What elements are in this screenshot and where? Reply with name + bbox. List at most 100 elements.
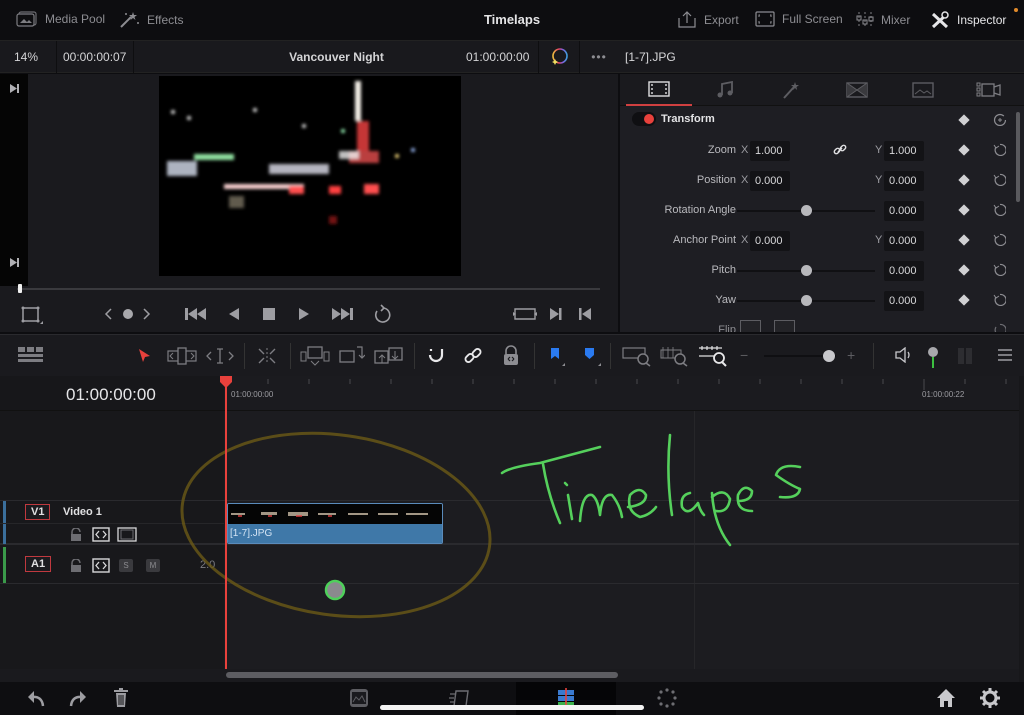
anchor-keyframe-icon[interactable] <box>958 234 970 246</box>
skip-to-start-icon[interactable] <box>183 306 209 322</box>
position-keyframe-icon[interactable] <box>958 174 970 186</box>
inspector-button[interactable]: Inspector <box>930 11 1006 29</box>
effects-button[interactable]: Effects <box>118 11 183 29</box>
mixer-button[interactable]: Mixer <box>856 11 910 29</box>
stop-icon[interactable] <box>261 306 277 322</box>
zoom-y-value: 1.000 <box>889 145 917 157</box>
rotation-reset-icon[interactable] <box>993 203 1006 216</box>
media-pool-button[interactable]: Media Pool <box>16 11 105 27</box>
replace-clip-icon[interactable] <box>374 345 404 367</box>
yaw-reset-icon[interactable] <box>993 293 1006 306</box>
timeline-view-options-icon[interactable] <box>18 347 44 363</box>
export-button[interactable]: Export <box>677 11 739 29</box>
tab-video[interactable] <box>626 74 692 106</box>
trim-edit-icon[interactable] <box>167 346 197 366</box>
pitch-reset-icon[interactable] <box>993 263 1006 276</box>
reset-all-icon[interactable] <box>993 113 1006 126</box>
anchor-reset-icon[interactable] <box>993 233 1006 246</box>
timeline-playhead[interactable] <box>225 382 227 669</box>
play-reverse-icon[interactable] <box>226 306 242 322</box>
full-screen-button[interactable]: Full Screen <box>755 11 843 27</box>
yaw-slider-knob[interactable] <box>800 295 812 306</box>
more-options-button[interactable]: ••• <box>580 41 618 73</box>
zoom-y-field[interactable]: 1.000 <box>884 141 924 161</box>
position-lock-icon[interactable] <box>502 345 520 367</box>
rotation-keyframe-icon[interactable] <box>958 204 970 216</box>
fusion-color-page-icon[interactable] <box>656 687 678 709</box>
play-icon[interactable] <box>296 306 312 322</box>
inspector-scrollbar[interactable] <box>1016 112 1020 202</box>
transform-enable-toggle[interactable] <box>632 112 656 126</box>
previous-edit-icon[interactable] <box>577 306 593 322</box>
full-screen-icon <box>755 11 775 27</box>
zoom-in-icon[interactable]: + <box>847 347 855 363</box>
rotation-field[interactable]: 0.000 <box>884 201 924 221</box>
overwrite-clip-icon[interactable] <box>339 345 365 367</box>
playhead-marker-icon[interactable] <box>219 376 233 388</box>
zoom-keyframe-icon[interactable] <box>958 144 970 156</box>
yaw-field[interactable]: 0.000 <box>884 291 924 311</box>
loop-icon[interactable] <box>371 304 393 324</box>
zoom-x-field[interactable]: 1.000 <box>750 141 790 161</box>
redo-icon[interactable] <box>68 688 88 708</box>
rotation-slider-knob[interactable] <box>800 205 812 216</box>
selection-pointer-icon[interactable] <box>138 348 152 364</box>
color-magic-button[interactable] <box>539 41 580 73</box>
skip-to-end-icon[interactable] <box>9 83 21 94</box>
zoom-out-icon[interactable]: − <box>740 347 748 363</box>
flip-vertical-button[interactable] <box>774 320 795 332</box>
tab-transition[interactable] <box>824 74 890 106</box>
anchor-y-field[interactable]: 0.000 <box>884 231 924 251</box>
jog-control-icon[interactable] <box>104 306 154 322</box>
keyframe-diamond-icon[interactable] <box>958 114 970 126</box>
tab-effects[interactable] <box>758 74 824 106</box>
position-y-field[interactable]: 0.000 <box>884 171 924 191</box>
flag-marker-icon[interactable] <box>549 347 569 367</box>
match-frame-icon[interactable] <box>512 305 538 323</box>
speaker-icon[interactable] <box>895 347 913 363</box>
next-edit-icon[interactable] <box>548 306 564 322</box>
home-indicator[interactable] <box>380 705 644 710</box>
flip-horizontal-button[interactable] <box>740 320 761 332</box>
viewer-scrubber-track[interactable] <box>17 288 600 290</box>
dynamic-trim-icon[interactable] <box>205 346 235 366</box>
link-icon[interactable] <box>833 143 847 157</box>
undo-icon[interactable] <box>26 688 46 708</box>
anchor-x-field[interactable]: 0.000 <box>750 231 790 251</box>
menu-icon[interactable] <box>997 348 1013 362</box>
color-sparkle-icon <box>552 48 568 65</box>
viewer-zoom-dropdown[interactable]: 14% <box>0 41 57 73</box>
linked-selection-icon[interactable] <box>463 346 483 366</box>
zoom-custom-icon[interactable] <box>698 345 728 367</box>
home-icon[interactable] <box>936 688 956 708</box>
marker-icon[interactable] <box>583 347 603 367</box>
position-reset-icon[interactable] <box>993 173 1006 186</box>
blade-icon[interactable] <box>256 346 278 366</box>
skip-to-end-icon-lower[interactable] <box>9 257 21 268</box>
pitch-keyframe-icon[interactable] <box>958 264 970 276</box>
media-page-icon[interactable] <box>348 688 370 708</box>
pitch-field[interactable]: 0.000 <box>884 261 924 281</box>
tab-image[interactable] <box>890 74 956 106</box>
tab-audio[interactable] <box>692 74 758 106</box>
insert-clip-icon[interactable] <box>300 345 330 367</box>
settings-gear-icon[interactable] <box>979 687 1001 709</box>
zoom-full-timeline-icon[interactable] <box>622 345 652 367</box>
tab-file[interactable] <box>956 74 1022 106</box>
position-x-field[interactable]: 0.000 <box>750 171 790 191</box>
pitch-slider-knob[interactable] <box>800 265 812 276</box>
split-view-icon[interactable] <box>957 347 973 365</box>
zoom-detail-icon[interactable] <box>660 345 690 367</box>
skip-to-end-transport-icon[interactable] <box>329 306 355 322</box>
timeline-horizontal-scrollbar[interactable] <box>226 672 618 678</box>
flip-reset-icon[interactable] <box>993 323 1006 332</box>
snapping-magnet-icon[interactable] <box>426 346 446 366</box>
delete-trash-icon[interactable] <box>113 688 129 708</box>
viewer-playhead-handle[interactable] <box>18 284 22 293</box>
audio-level-knob[interactable] <box>928 347 938 357</box>
edit-page-tab-active[interactable] <box>516 682 616 715</box>
zoom-reset-icon[interactable] <box>993 143 1006 156</box>
yaw-keyframe-icon[interactable] <box>958 294 970 306</box>
transform-overlay-icon[interactable] <box>20 305 46 325</box>
timeline-zoom-knob[interactable] <box>822 350 835 362</box>
